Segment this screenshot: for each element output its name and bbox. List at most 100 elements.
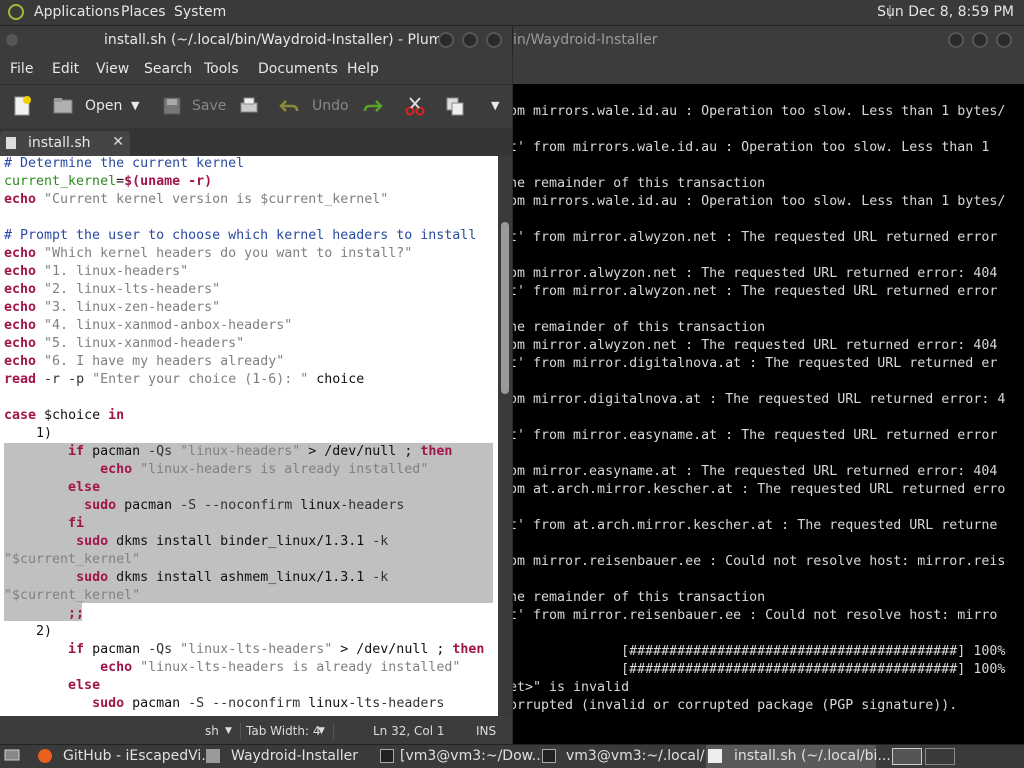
text-editor-icon [708, 749, 722, 763]
menu-tools[interactable]: Tools [204, 61, 239, 77]
task-label: GitHub - iEscapedVi... [63, 748, 215, 764]
editor-toolbar: Open ▼ Save Undo ▼ [0, 84, 512, 129]
show-desktop-icon[interactable] [4, 749, 20, 763]
mate-logo-icon[interactable] [8, 4, 24, 20]
terminal-line: [#######################################… [513, 644, 1006, 659]
undo-icon[interactable] [278, 95, 300, 117]
task-file-manager[interactable]: Waydroid-Installer [204, 745, 374, 768]
menu-help[interactable]: Help [347, 61, 379, 77]
applications-menu[interactable]: Applications [34, 4, 120, 20]
clock[interactable]: Sun Dec 8, 8:59 PM [877, 4, 1014, 20]
save-icon[interactable] [161, 95, 183, 117]
editor-scrollbar[interactable] [498, 156, 512, 716]
cursor-position: Ln 32, Col 1 [373, 724, 445, 738]
code-line: case $choice in [4, 408, 125, 423]
code-line: echo "linux-lts-headers is already insta… [100, 660, 461, 675]
terminal-line: orrupted (invalid or corrupted package (… [513, 698, 958, 713]
terminal-line: t' from mirror.digitalnova.at : The requ… [513, 356, 998, 371]
open-folder-icon[interactable] [52, 95, 74, 117]
code-line: echo "4. linux-xanmod-anbox-headers" [4, 318, 293, 333]
cut-icon[interactable] [404, 95, 426, 117]
task-terminal-1[interactable]: [vm3@vm3:~/Dow... [378, 745, 545, 768]
terminal-output[interactable]: om mirrors.wale.id.au : Operation too sl… [513, 84, 1024, 744]
task-github[interactable]: GitHub - iEscapedVi... [36, 745, 215, 768]
terminal-line: om mirrors.wale.id.au : Operation too sl… [513, 104, 1006, 119]
menu-search[interactable]: Search [144, 61, 192, 77]
terminal-line: t' from mirror.alwyzon.net : The request… [513, 284, 998, 299]
workspace-1[interactable] [892, 748, 922, 765]
terminal-line: om mirror.alwyzon.net : The requested UR… [513, 338, 998, 353]
terminal-line: he remainder of this transaction [513, 176, 766, 191]
minimize-icon[interactable] [438, 32, 454, 48]
terminal-line: t' from mirror.easyname.at : The request… [513, 428, 998, 443]
redo-icon[interactable] [362, 95, 384, 117]
code-line: echo "Which kernel headers do you want t… [4, 246, 413, 261]
code-line: else [68, 678, 101, 693]
code-line: echo "1. linux-headers" [4, 264, 189, 279]
toolbar-overflow-chevron-down-icon[interactable]: ▼ [491, 99, 499, 112]
save-button[interactable]: Save [192, 98, 226, 114]
task-label: vm3@vm3:~/.local/... [566, 748, 718, 764]
code-line: if pacman -Qs "linux-lts-headers" > /dev… [68, 642, 485, 657]
code-editor[interactable]: # Determine the current kernel current_ke… [0, 156, 498, 716]
terminal-line: t' from mirror.reisenbauer.ee : Could no… [513, 608, 998, 623]
workspace-2[interactable] [925, 748, 955, 765]
window-menu-icon[interactable] [6, 34, 18, 46]
open-recent-chevron-down-icon[interactable]: ▼ [131, 99, 139, 112]
folder-icon [206, 749, 220, 763]
editor-window-buttons [430, 32, 502, 52]
menu-view[interactable]: View [96, 61, 129, 77]
tab-width-chevron-down-icon[interactable]: ▼ [318, 726, 325, 736]
new-document-icon[interactable] [12, 95, 34, 117]
task-pluma[interactable]: install.sh (~/.local/bi... [706, 745, 891, 768]
terminal-line: t' from at.arch.mirror.kescher.at : The … [513, 518, 998, 533]
terminal-menubar [513, 54, 1024, 84]
open-button[interactable]: Open [85, 98, 122, 114]
code-line: current_kernel=$(uname -r) [4, 174, 213, 189]
code-line: # Prompt the user to choose which kernel… [4, 228, 477, 243]
code-line: ;; [68, 606, 85, 621]
code-line: sudo dkms install ashmem_linux/1.3.1 -k [76, 570, 389, 585]
task-terminal-2[interactable]: vm3@vm3:~/.local/... [540, 745, 718, 768]
editor-title: install.sh (~/.local/bin/Waydroid-Instal… [104, 32, 451, 48]
code-line: "$current_kernel" [4, 552, 141, 567]
top-panel: Applications Places System Sun Dec 8, 8:… [0, 0, 1024, 26]
close-tab-icon[interactable]: ✕ [112, 134, 124, 150]
tab-install-sh[interactable]: install.sh ✕ [0, 131, 130, 156]
terminal-line: [#######################################… [513, 662, 1006, 677]
editor-titlebar[interactable]: install.sh (~/.local/bin/Waydroid-Instal… [0, 26, 513, 54]
close-icon[interactable] [486, 32, 502, 48]
menu-documents[interactable]: Documents [258, 61, 338, 77]
editor-menubar: File Edit View Search Tools Documents He… [0, 54, 512, 84]
menu-edit[interactable]: Edit [52, 61, 79, 77]
terminal-icon [380, 749, 394, 763]
places-menu[interactable]: Places [121, 4, 166, 20]
terminal-window-buttons [940, 32, 1012, 52]
undo-button[interactable]: Undo [312, 98, 349, 114]
code-line: fi [68, 516, 85, 531]
minimize-icon[interactable] [948, 32, 964, 48]
document-icon [6, 137, 16, 149]
menu-file[interactable]: File [10, 61, 33, 77]
scrollbar-thumb[interactable] [501, 222, 509, 394]
language-selector[interactable]: sh [205, 724, 219, 738]
code-line: "$current_kernel" [4, 588, 141, 603]
tab-width-selector[interactable]: Tab Width: 4 [246, 724, 320, 738]
code-line: 2) [4, 624, 53, 639]
code-line: echo "5. linux-xanmod-headers" [4, 336, 245, 351]
maximize-icon[interactable] [972, 32, 988, 48]
terminal-icon [542, 749, 556, 763]
task-label: install.sh (~/.local/bi... [734, 748, 891, 764]
close-icon[interactable] [996, 32, 1012, 48]
print-icon[interactable] [238, 95, 260, 117]
language-chevron-down-icon[interactable]: ▼ [225, 726, 232, 736]
document-tab-bar: install.sh ✕ [0, 128, 512, 156]
copy-icon[interactable] [444, 95, 466, 117]
code-line: echo "2. linux-lts-headers" [4, 282, 221, 297]
code-line: read -r -p "Enter your choice (1-6): " c… [4, 372, 365, 387]
terminal-titlebar[interactable]: in/Waydroid-Installer [513, 26, 1024, 54]
status-divider [333, 723, 334, 739]
code-line: echo "3. linux-zen-headers" [4, 300, 221, 315]
maximize-icon[interactable] [462, 32, 478, 48]
system-menu[interactable]: System [174, 4, 226, 20]
